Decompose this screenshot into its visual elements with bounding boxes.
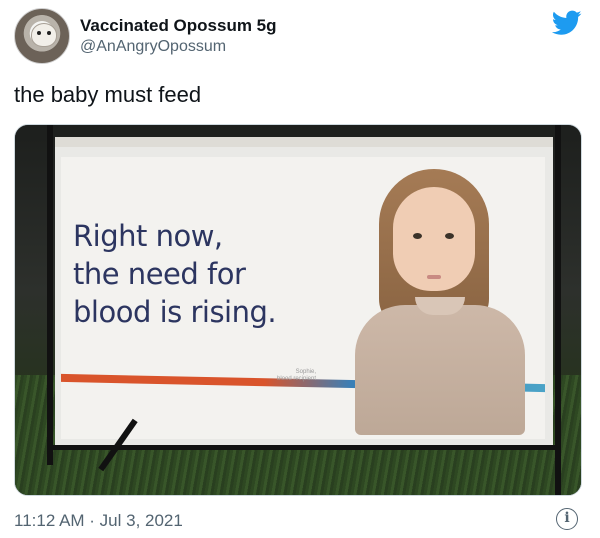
child-mouth [427,275,441,279]
child-sweater [355,305,525,435]
twitter-bird-icon[interactable] [552,10,582,36]
avatar-opossum-face [31,23,57,47]
tweet-text: the baby must feed [14,82,202,107]
billboard-headline-line: the need for [73,257,246,291]
child-eye [445,233,454,239]
sign-post [555,125,561,495]
billboard-credit: Sophie, blood recipient [277,369,316,383]
sign-rail [47,445,561,450]
billboard-credit-line: blood recipient [277,376,317,382]
billboard-credit-line: Sophie, [295,369,317,375]
display-name[interactable]: Vaccinated Opossum 5g [80,16,277,36]
child-portrait [345,165,535,435]
avatar-eye [47,31,51,35]
avatar[interactable] [14,8,70,64]
tweet-timestamp[interactable]: 11:12 AM · Jul 3, 2021 [14,511,183,531]
user-handle[interactable]: @AnAngryOpossum [80,38,226,56]
avatar-eye [37,31,41,35]
info-icon[interactable]: i [556,508,578,530]
billboard-headline-line: blood is rising. [73,295,277,329]
sign-post [47,125,53,465]
tweet-photo[interactable]: Right now, the need for blood is rising.… [14,124,582,496]
child-eye [413,233,422,239]
billboard-headline-line: Right now, [73,219,223,253]
billboard-headline: Right now, the need for blood is rising. [73,217,277,331]
